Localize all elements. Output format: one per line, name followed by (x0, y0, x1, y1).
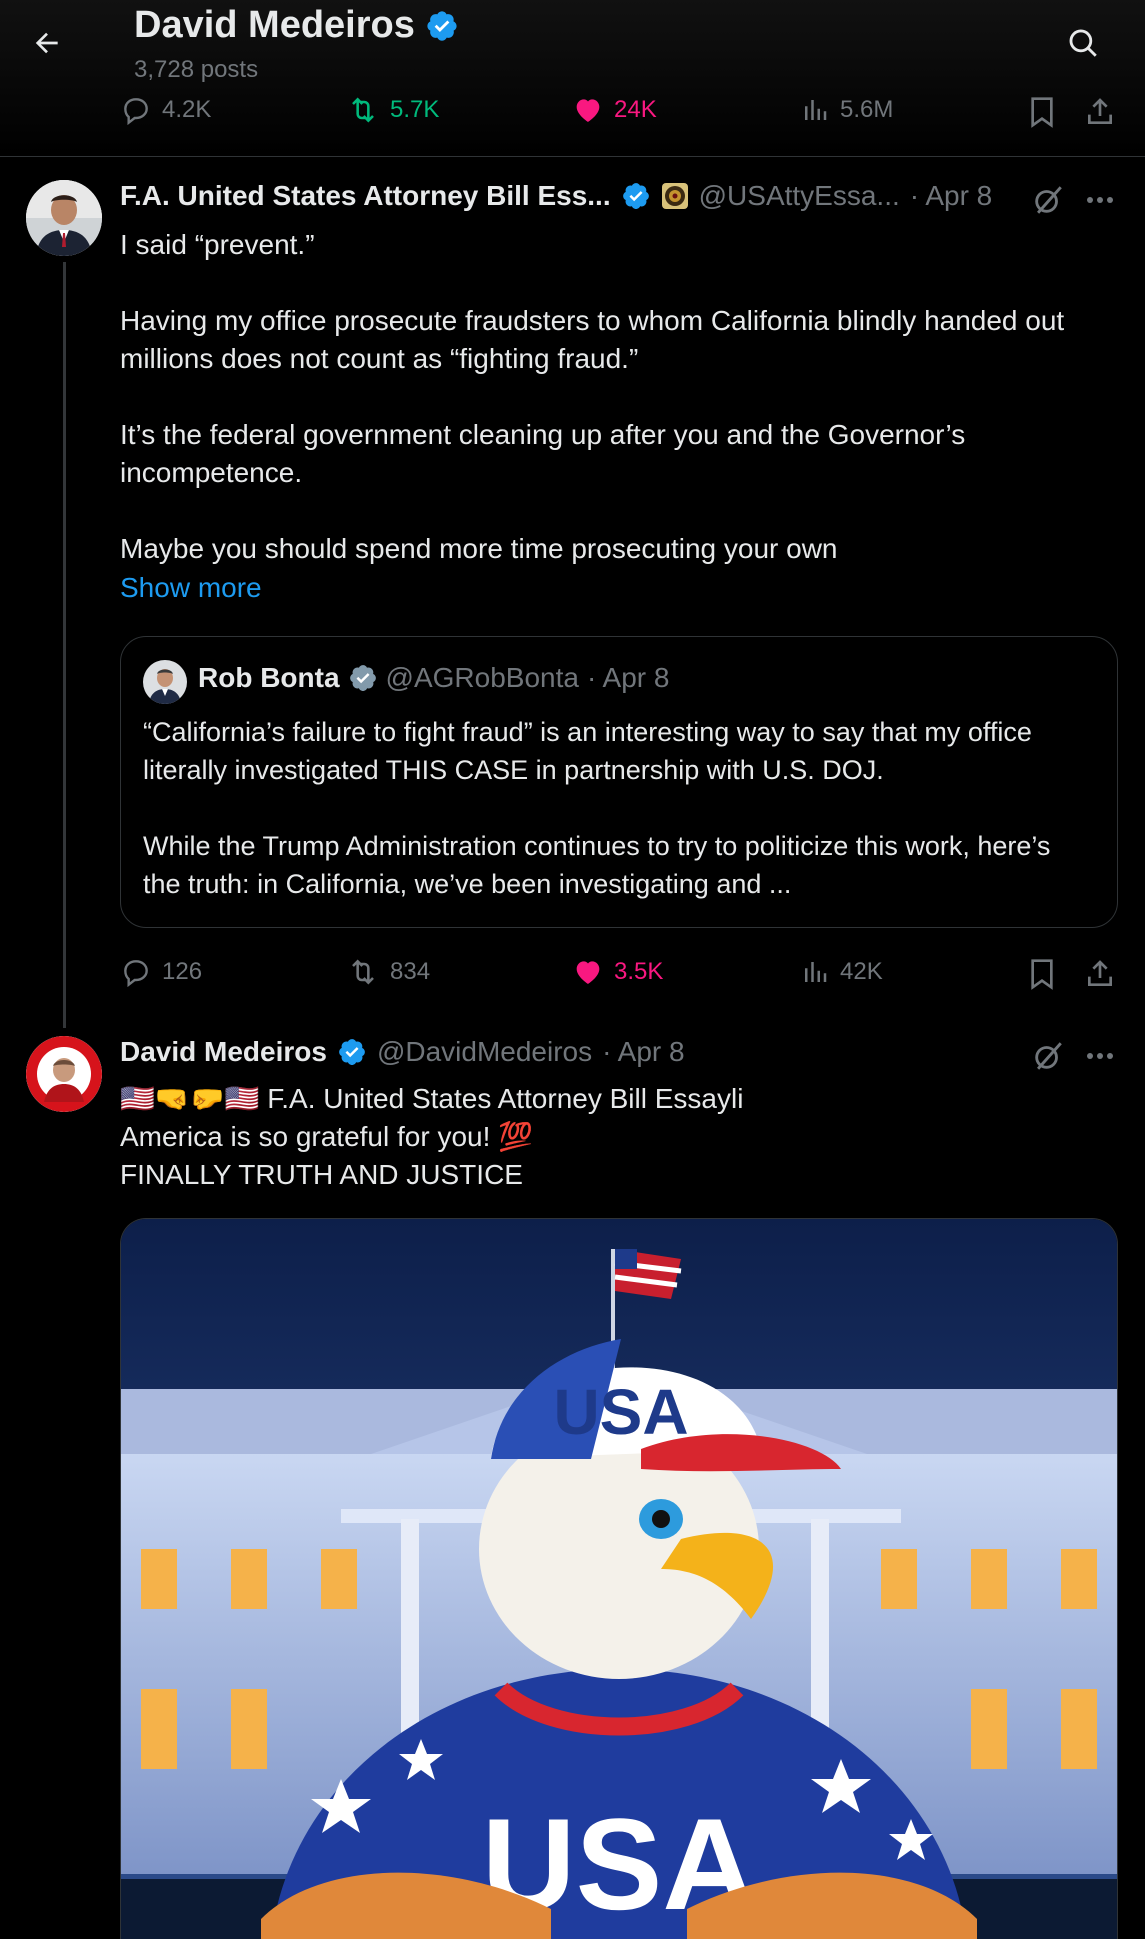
analytics-icon (805, 962, 827, 982)
post1-reply-count: 126 (162, 958, 203, 985)
bookmark-icon (1031, 959, 1053, 990)
search-icon (1069, 29, 1097, 57)
post2-media-image[interactable]: USA USA (120, 1218, 1118, 1939)
more-options-button[interactable] (1080, 180, 1120, 220)
views-button[interactable]: 5.6M (800, 94, 893, 126)
quoted-text: “California’s failure to fight fraud” is… (143, 717, 1051, 899)
post1-timestamp[interactable]: · Apr 8 (910, 180, 992, 212)
grok-icon (1035, 186, 1062, 214)
search-button[interactable] (1058, 20, 1108, 66)
repost-count: 5.7K (390, 96, 440, 123)
doj-seal-icon (661, 183, 688, 209)
eagle-white-house-illustration: USA USA (121, 1219, 1117, 1939)
reply-icon (124, 960, 148, 988)
post2-line-1: 🇺🇸🤜🤛🇺🇸 F.A. United States Attorney Bill … (120, 1083, 744, 1114)
posts-count: 3,728 posts (134, 56, 259, 83)
post2-line-2: America is so grateful for you! 💯 (120, 1121, 534, 1152)
post2-timestamp[interactable]: · Apr 8 (602, 1036, 684, 1068)
post1-bookmark-button[interactable] (1024, 956, 1060, 992)
post1-author-name[interactable]: F.A. United States Attorney Bill Ess... (120, 180, 611, 212)
quoted-avatar (143, 660, 187, 704)
post1-avatar-photo (26, 180, 102, 256)
heart-filled-icon (576, 99, 600, 122)
quoted-timestamp: · Apr 8 (586, 662, 670, 693)
like-count: 24K (614, 96, 657, 123)
analytics-icon (805, 100, 827, 120)
post2-more-options-button[interactable] (1080, 1036, 1120, 1076)
post1-like-button[interactable]: 3.5K (572, 956, 663, 988)
post1-reply-button[interactable]: 126 (120, 956, 202, 988)
share-icon (1088, 960, 1112, 986)
post1-handle[interactable]: @USAttyEssa... (699, 180, 900, 212)
post2-grok-button[interactable] (1028, 1036, 1068, 1076)
views-count: 5.6M (840, 96, 894, 123)
post1-views-button[interactable]: 42K (800, 956, 883, 988)
post1-header: F.A. United States Attorney Bill Ess... … (120, 180, 992, 212)
page-title: David Medeiros (134, 4, 459, 47)
post2-author-name[interactable]: David Medeiros (120, 1036, 327, 1068)
thread-connector (63, 262, 66, 1028)
bookmark-button[interactable] (1024, 94, 1060, 130)
quoted-avatar-photo (143, 660, 187, 704)
post1-avatar[interactable] (26, 180, 102, 256)
post1-repost-count: 834 (390, 958, 431, 985)
post1-like-count: 3.5K (614, 958, 664, 985)
back-button[interactable] (24, 20, 70, 66)
post2-text: 🇺🇸🤜🤛🇺🇸 F.A. United States Attorney Bill … (120, 1080, 1110, 1194)
post1-share-button[interactable] (1082, 956, 1118, 992)
verified-badge-gray-icon (349, 665, 376, 691)
grok-button[interactable] (1028, 180, 1068, 220)
post1-repost-button[interactable]: 834 (346, 956, 430, 988)
heart-filled-icon (576, 961, 600, 984)
repost-button[interactable]: 5.7K (346, 94, 439, 126)
share-icon (1088, 98, 1112, 124)
cap-text: USA (553, 1376, 688, 1448)
quoted-header: Rob Bonta @AGRobBonta · Apr 8 (198, 662, 669, 694)
share-button[interactable] (1082, 94, 1118, 130)
bookmark-icon (1031, 97, 1053, 128)
reply-button[interactable]: 4.2K (120, 94, 211, 126)
repost-icon (352, 97, 374, 123)
quoted-author-name: Rob Bonta (198, 662, 340, 693)
repost-icon (352, 959, 374, 985)
verified-badge-icon (622, 183, 649, 209)
arrow-left-icon (35, 32, 58, 54)
verified-badge-icon (339, 1039, 365, 1065)
post2-line-3: FINALLY TRUTH AND JUSTICE (120, 1159, 523, 1190)
post1-text: I said “prevent.” Having my office prose… (120, 229, 1065, 564)
post2-handle[interactable]: @DavidMedeiros (377, 1036, 592, 1068)
post2-avatar-photo (26, 1036, 102, 1112)
post2-avatar[interactable] (26, 1036, 102, 1112)
more-horizontal-icon (1087, 1053, 1113, 1059)
post1-views-count: 42K (840, 958, 883, 985)
more-horizontal-icon (1087, 197, 1113, 203)
post2-header: David Medeiros @DavidMedeiros · Apr 8 (120, 1036, 685, 1068)
quoted-handle: @AGRobBonta (385, 662, 579, 693)
grok-icon (1035, 1042, 1062, 1070)
page-title-text: David Medeiros (134, 4, 415, 46)
reply-count: 4.2K (162, 96, 212, 123)
verified-badge-icon (427, 10, 457, 41)
show-more-link[interactable]: Show more (120, 572, 262, 604)
reply-icon (124, 98, 148, 126)
like-button[interactable]: 24K (572, 94, 657, 126)
